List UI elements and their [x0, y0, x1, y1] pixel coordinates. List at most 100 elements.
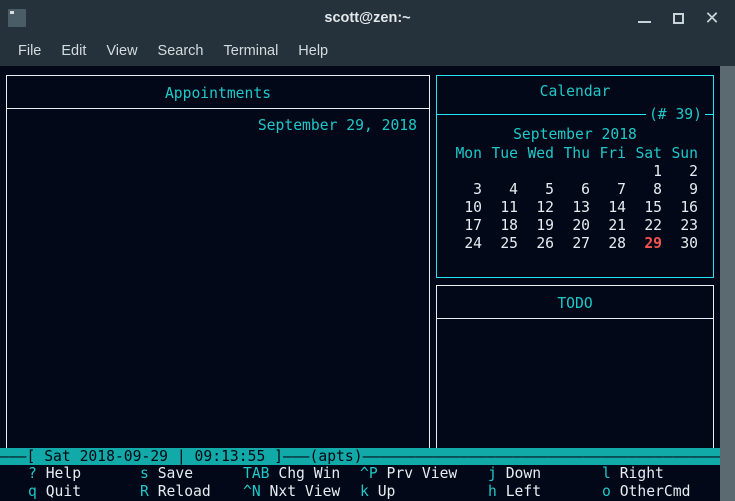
keybinding-bar: ? Help s Save TAB Chg Win ^P Prv View j Down…: [0, 465, 720, 501]
status-bar: ———[ Sat 2018-09-29 | 09:13:55 ]———(apts…: [0, 448, 720, 465]
calendar-month-label: September 2018: [437, 124, 713, 145]
calendar-day-empty: [449, 163, 485, 181]
menu-item-search[interactable]: Search: [148, 36, 214, 66]
calendar-day-24[interactable]: 24: [449, 235, 485, 253]
window-controls: ✕: [627, 0, 729, 36]
appointments-panel[interactable]: Appointments September 29, 2018: [6, 75, 430, 450]
calendar-day-12[interactable]: 12: [521, 199, 557, 217]
calendar-day-20[interactable]: 20: [557, 217, 593, 235]
menu-item-edit[interactable]: Edit: [51, 36, 96, 66]
calendar-day-7[interactable]: 7: [593, 181, 629, 199]
keybinding-reload[interactable]: R Reload: [140, 483, 211, 501]
keybinding-right[interactable]: l Right: [602, 465, 664, 483]
calendar-day-23[interactable]: 23: [665, 217, 701, 235]
close-button[interactable]: ✕: [695, 0, 729, 36]
calendar-day-8[interactable]: 8: [629, 181, 665, 199]
calendar-day-25[interactable]: 25: [485, 235, 521, 253]
calendar-weekday-mon: Mon: [449, 145, 485, 163]
keybinding-key: o: [602, 483, 611, 500]
keybinding-label: Help: [46, 465, 81, 482]
keybinding-key: k: [360, 483, 369, 500]
calendar-day-6[interactable]: 6: [557, 181, 593, 199]
calendar-day-14[interactable]: 14: [593, 199, 629, 217]
keybinding-save[interactable]: s Save: [140, 465, 193, 483]
calendar-panel[interactable]: Calendar (# 39) September 2018 Mon Tue W…: [436, 75, 714, 278]
calendar-day-30[interactable]: 30: [665, 235, 701, 253]
menu-item-terminal[interactable]: Terminal: [214, 36, 289, 66]
keybinding-prv-view[interactable]: ^P Prv View: [360, 465, 457, 483]
calendar-week-row: 17181920212223: [449, 217, 701, 235]
keybinding-label: Save: [158, 465, 193, 482]
calendar-day-19[interactable]: 19: [521, 217, 557, 235]
calendar-day-10[interactable]: 10: [449, 199, 485, 217]
calendar-day-1[interactable]: 1: [629, 163, 665, 181]
status-mid-dashes: ———: [283, 448, 310, 465]
menu-item-help[interactable]: Help: [288, 36, 338, 66]
calendar-day-18[interactable]: 18: [485, 217, 521, 235]
todo-panel[interactable]: TODO: [436, 285, 714, 450]
calendar-title: Calendar: [437, 83, 713, 101]
calendar-day-4[interactable]: 4: [485, 181, 521, 199]
keybinding-nxt-view[interactable]: ^N Nxt View: [243, 483, 340, 501]
window-title: scott@zen:~: [0, 0, 735, 36]
calendar-day-16[interactable]: 16: [665, 199, 701, 217]
keybinding-key: ?: [28, 465, 37, 482]
keybinding-down[interactable]: j Down: [488, 465, 541, 483]
keybinding-label: Reload: [158, 483, 211, 500]
calendar-day-3[interactable]: 3: [449, 181, 485, 199]
status-lead-dashes: ———: [0, 448, 27, 465]
keybinding-help[interactable]: ? Help: [28, 465, 81, 483]
calendar-day-2[interactable]: 2: [665, 163, 701, 181]
appointments-header: Appointments: [7, 76, 429, 108]
calendar-week-row: 3456789: [449, 181, 701, 199]
keybinding-row-2: q Quit R Reload ^N Nxt View k Up h Left o Oth…: [0, 483, 720, 501]
keybinding-label: Up: [378, 483, 396, 500]
calendar-day-11[interactable]: 11: [485, 199, 521, 217]
minimize-button[interactable]: [627, 0, 661, 36]
keybinding-quit[interactable]: q Quit: [28, 483, 81, 501]
window-titlebar: scott@zen:~ ✕: [0, 0, 735, 36]
keybinding-label: Right: [620, 465, 664, 482]
status-close-bracket: ]: [274, 448, 283, 465]
calendar-divider: (# 39): [437, 106, 713, 124]
keybinding-key: TAB: [243, 465, 270, 482]
keybinding-label: Nxt View: [270, 483, 341, 500]
keybinding-left[interactable]: h Left: [488, 483, 541, 501]
keybinding-key: ^P: [360, 465, 378, 482]
menu-item-file[interactable]: File: [8, 36, 51, 66]
calendar-weekday-sun: Sun: [665, 145, 701, 163]
minimize-icon: [638, 21, 651, 23]
calendar-day-9[interactable]: 9: [665, 181, 701, 199]
calendar-day-15[interactable]: 15: [629, 199, 665, 217]
calendar-day-27[interactable]: 27: [557, 235, 593, 253]
calendar-day-13[interactable]: 13: [557, 199, 593, 217]
calendar-day-empty: [557, 163, 593, 181]
calendar-day-22[interactable]: 22: [629, 217, 665, 235]
keybinding-othercmd[interactable]: o OtherCmd: [602, 483, 690, 501]
keybinding-label: Prv View: [387, 465, 458, 482]
calendar-weekday-row: Mon Tue Wed Thu Fri Sat Sun: [449, 145, 701, 163]
close-icon: ✕: [704, 9, 719, 27]
calendar-day-17[interactable]: 17: [449, 217, 485, 235]
calendar-day-26[interactable]: 26: [521, 235, 557, 253]
calendar-day-21[interactable]: 21: [593, 217, 629, 235]
calendar-day-empty: [593, 163, 629, 181]
keybinding-label: Quit: [46, 483, 81, 500]
calendar-day-28[interactable]: 28: [593, 235, 629, 253]
terminal-content: Appointments September 29, 2018 Calendar…: [0, 66, 720, 501]
keybinding-key: ^N: [243, 483, 261, 500]
terminal-scrollbar[interactable]: [720, 66, 735, 501]
maximize-button[interactable]: [661, 0, 695, 36]
calendar-day-5[interactable]: 5: [521, 181, 557, 199]
keybinding-key: q: [28, 483, 37, 500]
keybinding-up[interactable]: k Up: [360, 483, 395, 501]
calendar-week-row: 10111213141516: [449, 199, 701, 217]
keybinding-key: l: [602, 465, 611, 482]
calendar-weekday-sat: Sat: [629, 145, 665, 163]
calendar-day-29[interactable]: 29: [629, 235, 665, 253]
todo-divider: [437, 318, 713, 319]
menu-item-view[interactable]: View: [96, 36, 147, 66]
todo-header: TODO: [437, 286, 713, 318]
menu-bar: File Edit View Search Terminal Help: [0, 36, 735, 66]
keybinding-chg-win[interactable]: TAB Chg Win: [243, 465, 340, 483]
